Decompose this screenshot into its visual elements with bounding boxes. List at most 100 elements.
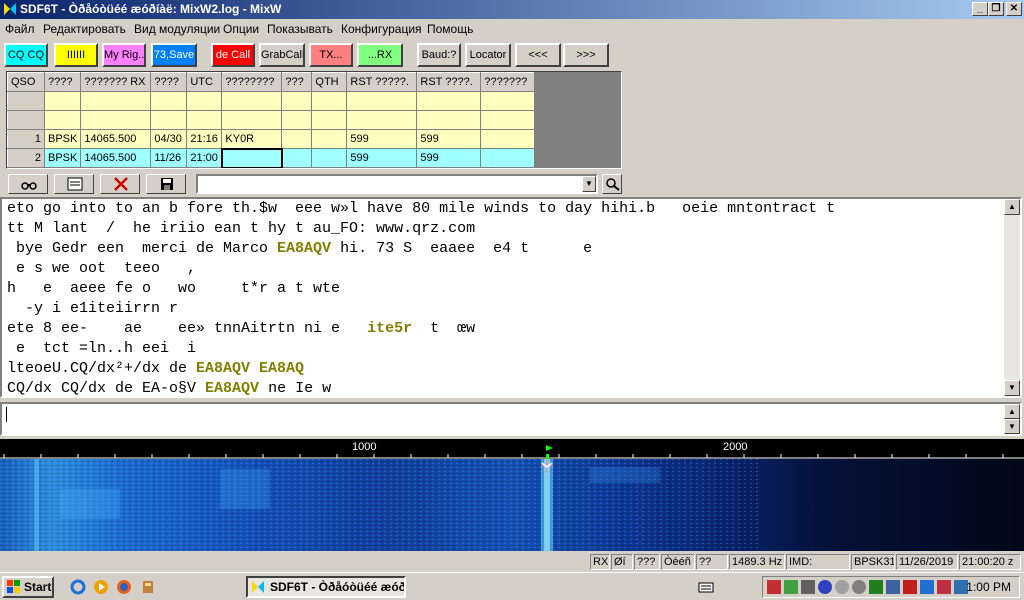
table-cell[interactable]: KY0R [221,129,283,149]
table-cell[interactable] [186,91,223,111]
receive-text-window[interactable]: eto go into to an b fore th.$w eee w»l h… [0,197,1022,398]
menu-help[interactable]: Помощь [427,22,473,36]
table-cell[interactable]: 21:16 [186,129,223,149]
bars-button[interactable]: IIIIII [54,43,98,67]
call-edit-cell[interactable] [220,147,283,168]
table-cell[interactable]: 599 [346,148,418,168]
locator-button[interactable]: Locator [465,43,511,67]
table-cell[interactable] [80,91,152,111]
table-cell[interactable] [346,110,418,130]
status-frequency[interactable]: 1489.3 Hz [729,554,785,570]
table-cell[interactable]: 14065.500 [80,129,152,149]
tray-icon[interactable] [869,580,883,594]
cq-button[interactable]: CQ CQ [4,43,48,67]
table-cell[interactable] [281,148,313,168]
firefox-icon[interactable] [116,579,132,595]
scroll-up-arrow-icon[interactable]: ▲ [1004,199,1020,215]
callsign-link[interactable]: EA8AQV [205,380,259,396]
close-button[interactable]: ✕ [1006,2,1022,16]
taskbar-window-mixw[interactable]: SDF6T - Òðåóòüéé æóð... [246,576,406,598]
table-cell[interactable] [150,110,188,130]
waterfall-spectrum[interactable] [0,459,1024,551]
table-cell[interactable] [480,129,536,149]
rx-button[interactable]: ...RX [357,43,403,67]
table-cell[interactable]: 14065.500 [80,148,152,168]
my-rig-button[interactable]: My Rig.. [102,43,146,67]
table-cell[interactable] [311,148,348,168]
table-cell[interactable] [311,110,348,130]
delete-record-button[interactable] [100,174,140,194]
table-row[interactable]: 1 BPSK 14065.500 04/30 21:16 KY0R 599 59… [7,129,536,149]
col-rst-sent[interactable]: RST ?????. [346,72,418,92]
table-cell[interactable]: 599 [416,129,482,149]
status-mode[interactable]: RX [590,554,610,570]
status-cell-4[interactable]: Òèéñ [661,554,695,570]
status-cell-5[interactable]: ?? [696,554,728,570]
maximize-button[interactable]: ❐ [988,2,1004,16]
status-modulation[interactable]: BPSK31 [851,554,895,570]
tune-marker-icon[interactable] [540,459,554,473]
table-cell[interactable] [346,91,418,111]
col-qso[interactable]: QSO [7,72,45,92]
table-cell[interactable]: 11/26 [150,148,188,168]
menu-mode[interactable]: Вид модуляции [134,22,220,36]
tray-icon[interactable] [801,580,815,594]
tray-icon[interactable] [937,580,951,594]
tray-icon[interactable] [852,580,866,594]
menu-file[interactable]: Файл [5,22,35,36]
save-73-button[interactable]: 73,Save [151,43,197,67]
scroll-down-arrow-icon[interactable]: ▼ [1004,380,1020,396]
table-cell[interactable]: BPSK [43,148,82,168]
rx-scrollbar[interactable]: ▲ ▼ [1004,199,1020,396]
tray-icon[interactable] [920,580,934,594]
callsign-link[interactable]: EA8AQV EA8AQ [196,360,304,377]
minimize-button[interactable]: _ [972,2,988,16]
table-cell[interactable] [80,110,152,130]
tray-icon[interactable] [784,580,798,594]
grab-call-button[interactable]: GrabCall [259,43,305,67]
menu-edit[interactable]: Редактировать [43,22,126,36]
col-freq[interactable]: ??????? RX [80,72,152,92]
baud-button[interactable]: Baud:? [417,43,461,67]
callsign-link[interactable]: ite5r [367,320,412,337]
next-button[interactable]: >>> [563,43,609,67]
status-cell-3[interactable]: ??? [634,554,660,570]
col-call[interactable]: ???????? [221,72,283,92]
status-cell-2[interactable]: Øí [611,554,633,570]
table-cell[interactable] [186,110,223,130]
transmit-text-input[interactable]: ▲ ▼ [0,402,1022,436]
table-row-current[interactable]: 2 BPSK 14065.500 11/26 21:00 599 599 [7,147,536,168]
prev-button[interactable]: <<< [515,43,561,67]
scroll-down-arrow-icon[interactable]: ▼ [1004,419,1020,434]
col-date[interactable]: ???? [150,72,188,92]
tx-button[interactable]: TX... [309,43,353,67]
col-rst-rcvd[interactable]: RST ????. [416,72,482,92]
callsign-link[interactable]: EA8AQV [277,240,331,257]
save-record-button[interactable] [146,174,186,194]
table-cell[interactable] [221,91,283,111]
table-cell[interactable] [416,91,482,111]
table-row[interactable] [7,110,536,130]
clock[interactable]: 1:00 PM [966,580,1011,594]
table-cell[interactable] [311,129,348,149]
table-cell[interactable] [150,91,188,111]
table-cell[interactable] [43,110,82,130]
table-cell[interactable] [480,110,536,130]
table-row[interactable] [7,91,536,111]
table-cell[interactable] [281,91,313,111]
table-cell[interactable] [43,91,82,111]
menu-options[interactable]: Опции [223,22,259,36]
scroll-up-arrow-icon[interactable]: ▲ [1004,404,1020,419]
lookup-button[interactable] [602,174,622,194]
edit-record-button[interactable] [54,174,94,194]
col-utc[interactable]: UTC [186,72,223,92]
table-cell[interactable] [416,110,482,130]
waterfall-display[interactable]: 1000 2000 [0,439,1024,551]
keyboard-icon[interactable] [698,579,714,595]
tx-scrollbar[interactable]: ▲ ▼ [1004,404,1020,434]
table-cell[interactable]: BPSK [43,129,82,149]
table-cell[interactable] [221,110,283,130]
col-notes[interactable]: ??????? [480,72,536,92]
table-cell[interactable] [480,91,536,111]
table-cell[interactable]: 599 [416,148,482,168]
